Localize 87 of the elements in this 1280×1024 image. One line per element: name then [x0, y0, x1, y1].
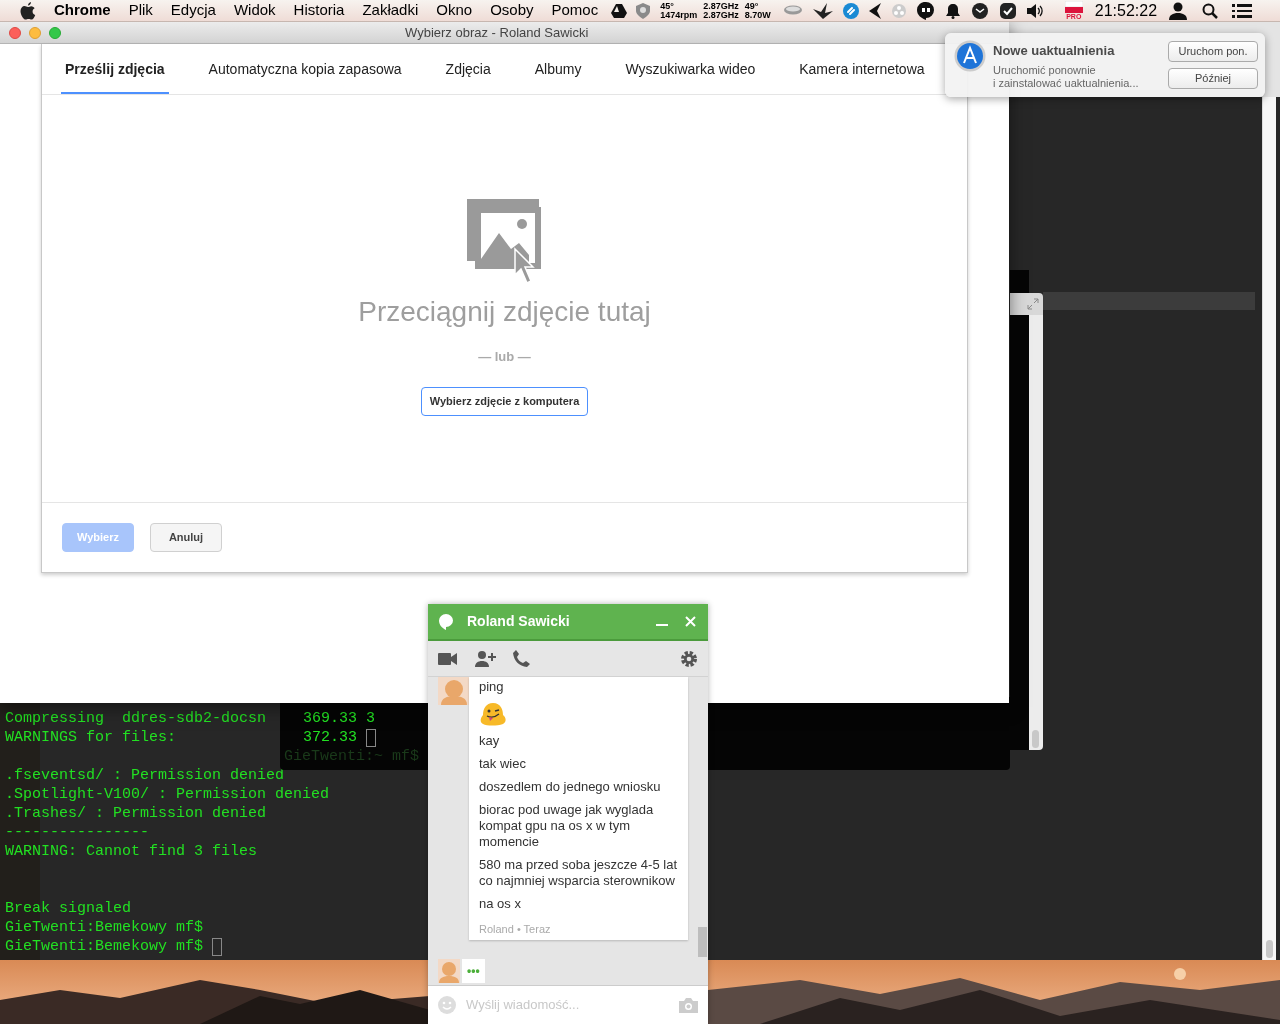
tab[interactable]: Zdjęcia	[441, 44, 495, 94]
hangouts-icon[interactable]	[916, 1, 935, 20]
status-reading[interactable]: 8.70W	[744, 10, 771, 20]
check-badge-icon[interactable]	[998, 1, 1017, 20]
choose-from-computer-button[interactable]: Wybierz zdjęcie z komputera	[420, 386, 589, 416]
menu-item[interactable]: Zakładki	[362, 0, 419, 22]
add-person-icon[interactable]	[475, 650, 496, 667]
terminal-line: .fseventsd/ : Permission denied	[5, 766, 285, 785]
terminal-line: GieTwenti:Bemekowy mf$	[5, 937, 204, 956]
arrow-icon[interactable]	[868, 2, 881, 19]
image-drop-icon	[466, 199, 543, 285]
notification-title: Nowe uaktualnienia	[993, 42, 1116, 60]
notification-button[interactable]: Uruchom pon.	[1168, 41, 1258, 62]
bell-icon[interactable]	[944, 2, 961, 19]
terminal-line: WARNINGS for files:	[5, 728, 177, 747]
winking-emoji-icon	[479, 702, 507, 726]
search-icon[interactable]	[1202, 2, 1219, 19]
terminal-line: WARNING: Cannot find 3 files	[5, 842, 258, 861]
typing-indicator: •••	[462, 959, 485, 983]
drive-icon[interactable]	[611, 3, 628, 18]
tab[interactable]: Wyszukiwarka wideo	[621, 44, 760, 94]
flag-icon[interactable]	[1064, 1, 1083, 13]
terminal-line: 372.33	[303, 728, 357, 747]
shazam-icon[interactable]	[842, 2, 859, 19]
terminal-line: .Trashes/ : Permission denied	[5, 804, 267, 823]
chat-message: doszedlem do jednego wniosku	[479, 779, 662, 795]
shield-icon[interactable]	[636, 2, 651, 19]
terminal-line: .Spotlight-V100/ : Permission denied	[5, 785, 330, 804]
tab[interactable]: Automatyczna kopia zapasowa	[204, 44, 406, 94]
chat-message: ping	[479, 679, 505, 695]
terminal-cursor	[212, 937, 223, 956]
minimize-icon[interactable]	[656, 624, 668, 627]
status-reading[interactable]: 2.87GHz	[703, 1, 739, 11]
or-separator: — lub —	[478, 348, 531, 366]
scrollbar[interactable]	[1262, 97, 1276, 960]
terminal-line: ----------------	[5, 823, 150, 842]
window-title: Wybierz obraz - Roland Sawicki	[405, 23, 589, 42]
menu-item[interactable]: Edycja	[170, 0, 216, 22]
menu-item[interactable]: Historia	[293, 0, 345, 22]
resize-icon[interactable]	[1027, 298, 1039, 310]
app-store-icon	[954, 40, 986, 72]
check-circle-icon[interactable]	[970, 1, 989, 20]
menu-item[interactable]: Plik	[128, 0, 153, 22]
video-camera-icon[interactable]	[438, 652, 457, 665]
app-menu[interactable]: Chrome	[54, 0, 111, 22]
close-button[interactable]	[9, 26, 21, 39]
scrollbar[interactable]	[698, 927, 707, 957]
tab[interactable]: Albumy	[530, 44, 586, 94]
avatar	[438, 959, 460, 983]
terminal-line: Break signaled	[5, 899, 132, 918]
apple-icon[interactable]	[20, 1, 36, 20]
close-icon[interactable]	[685, 616, 696, 627]
chat-message: tak wiec	[479, 756, 527, 772]
volume-icon[interactable]	[1026, 3, 1045, 18]
message-meta: Roland • Teraz	[479, 922, 552, 937]
terminal-line: Compressing ddres-sdb2-docsn	[5, 709, 267, 728]
menu-item[interactable]: Okno	[436, 0, 473, 22]
tab[interactable]: Kamera internetowa	[795, 44, 929, 94]
status-reading[interactable]: 1474rpm	[660, 10, 698, 20]
menu-item[interactable]: Pomoc	[551, 0, 599, 22]
notification-button[interactable]: Później	[1168, 68, 1258, 89]
user-icon[interactable]	[1169, 1, 1188, 20]
status-reading[interactable]: 49°	[744, 1, 771, 11]
terminal-line: 369.33 3	[303, 709, 375, 728]
menu-item[interactable]: Widok	[233, 0, 276, 22]
tab[interactable]: Prześlij zdjęcia	[61, 44, 169, 94]
chat-title: Roland Sawicki	[467, 612, 570, 631]
terminal-line: GieTwenti:Bemekowy mf$	[5, 918, 204, 937]
terminal-cursor	[366, 728, 376, 747]
status-reading[interactable]: 2.87GHz	[703, 10, 739, 20]
speech-bubble-icon	[439, 613, 453, 630]
menu-item[interactable]: Osoby	[490, 0, 534, 22]
scrollbar[interactable]	[1029, 315, 1043, 750]
settings-icon[interactable]	[680, 649, 698, 668]
clock[interactable]: 21:52:22	[1094, 0, 1158, 23]
chat-message: biorac pod uwage jak wyglada kompat gpu na os x w tym momencie	[479, 802, 655, 850]
cancel-button[interactable]: Anuluj	[150, 523, 222, 552]
crane-icon[interactable]	[812, 2, 833, 19]
chat-message: kay	[479, 733, 501, 749]
drop-prompt: Przeciągnij zdjęcie tutaj	[358, 295, 651, 329]
status-reading[interactable]: 45°	[660, 1, 698, 11]
chat-message: 580 ma przed soba jeszcze 4-5 lat co najmniej wsparcia sterownikow	[479, 857, 678, 889]
notification-body: Uruchomić ponownie i zainstalować uaktualnienia...	[993, 63, 1140, 90]
phone-icon[interactable]	[513, 650, 530, 667]
chat-message: na os x	[479, 896, 522, 912]
avatar	[438, 677, 470, 705]
list-icon[interactable]	[1232, 2, 1253, 19]
